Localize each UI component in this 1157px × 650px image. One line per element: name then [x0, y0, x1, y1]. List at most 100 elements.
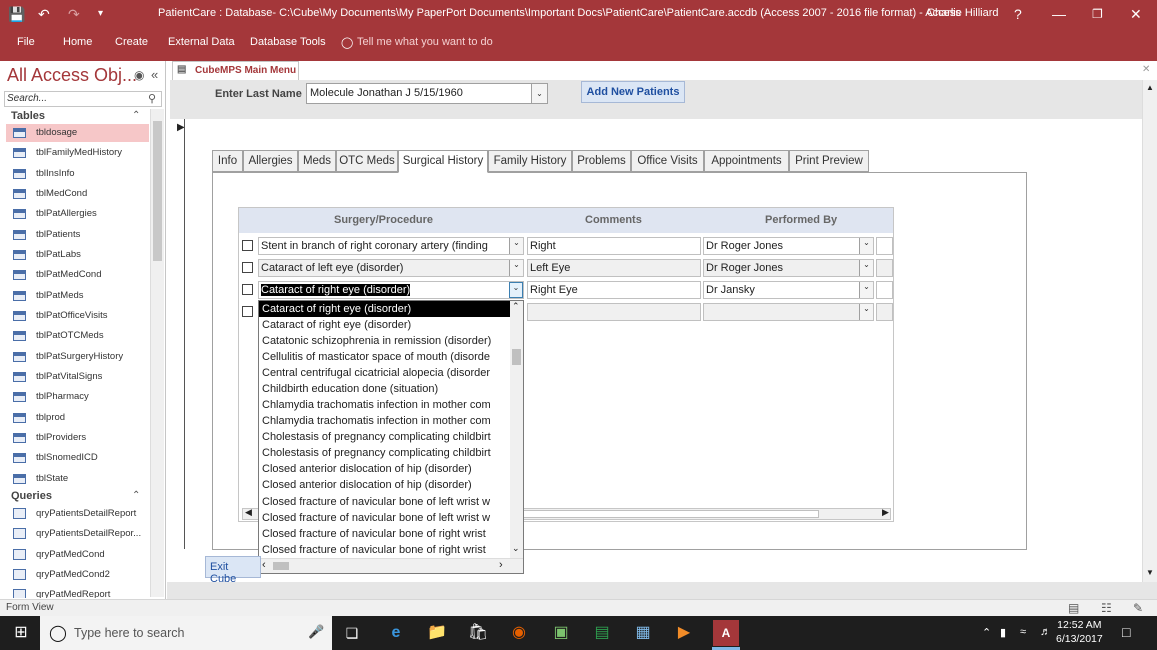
dropdown-option[interactable]: Childbirth education done (situation) [262, 381, 510, 397]
procedure-combo[interactable]: Cataract of left eye (disorder) ⌄ [258, 259, 524, 277]
dropdown-option[interactable]: Cholestasis of pregnancy complicating ch… [262, 429, 510, 445]
chevron-up-icon[interactable]: ⌃ [512, 301, 520, 312]
chevron-down-icon[interactable]: ⌄ [859, 282, 873, 298]
notifications-icon[interactable]: □ [1122, 624, 1130, 640]
performed-by-combo[interactable]: Dr Roger Jones ⌄ [703, 259, 874, 277]
collapse-queries-icon[interactable]: ⌃ [132, 490, 140, 501]
dropdown-option[interactable]: Cellulitis of masticator space of mouth … [262, 349, 510, 365]
tab-info[interactable]: Info [212, 150, 243, 172]
nav-table-item[interactable]: tblprod [6, 409, 149, 427]
nav-scrollbar[interactable] [150, 109, 164, 597]
tables-group-header[interactable]: Tables [11, 110, 45, 122]
procedure-combo[interactable]: Stent in branch of right coronary artery… [258, 237, 524, 255]
restore-icon[interactable]: ❐ [1092, 4, 1103, 24]
file-explorer-icon[interactable]: 📁 [424, 620, 450, 646]
nav-table-item[interactable]: tblPatLabs [6, 246, 149, 264]
form-vertical-scrollbar[interactable]: ▲ ▼ [1142, 80, 1157, 582]
collapse-tables-icon[interactable]: ⌃ [132, 110, 140, 121]
scroll-thumb[interactable] [523, 510, 819, 518]
chevron-down-icon[interactable]: ⌄ [531, 84, 547, 103]
app-icon[interactable]: ▣ [548, 620, 574, 646]
edge-icon[interactable]: e [383, 620, 409, 646]
shutter-bar-icon[interactable]: « [151, 67, 158, 82]
nav-table-item[interactable]: tblFamilyMedHistory [6, 144, 149, 162]
extra-field[interactable] [876, 259, 893, 277]
comment-field[interactable]: Left Eye [527, 259, 701, 277]
chevron-down-icon[interactable]: ⌄ [509, 238, 523, 254]
access-app-icon[interactable]: A [713, 620, 739, 646]
nav-table-item[interactable]: tblProviders [6, 429, 149, 447]
nav-table-item[interactable]: tblPatients [6, 226, 149, 244]
dropdown-option[interactable]: Chlamydia trachomatis infection in mothe… [262, 413, 510, 429]
scroll-right-icon[interactable]: ▶ [882, 507, 889, 518]
tab-meds[interactable]: Meds [298, 150, 336, 172]
tab-office-visits[interactable]: Office Visits [631, 150, 704, 172]
nav-table-item[interactable]: tblState [6, 470, 149, 488]
tab-family-history[interactable]: Family History [488, 150, 572, 172]
extra-field[interactable] [876, 237, 893, 255]
nav-scroll-thumb[interactable] [153, 121, 162, 261]
queries-group-header[interactable]: Queries [11, 490, 52, 502]
comment-field[interactable] [527, 303, 701, 321]
nav-pane-title[interactable]: All Access Obj... [7, 65, 137, 86]
chevron-down-icon[interactable]: ⌄ [509, 260, 523, 276]
dropdown-option[interactable]: Cataract of right eye (disorder) [262, 317, 510, 333]
close-icon[interactable]: ✕ [1130, 4, 1142, 24]
nav-table-item[interactable]: tblPatMedCond [6, 266, 149, 284]
nav-table-item[interactable]: tblMedCond [6, 185, 149, 203]
add-new-patients-button[interactable]: Add New Patients [581, 81, 685, 103]
tab-appointments[interactable]: Appointments [704, 150, 789, 172]
nav-query-item[interactable]: qryPatientsDetailRepor... [6, 525, 149, 543]
dropdown-option[interactable]: Cholestasis of pregnancy complicating ch… [262, 445, 510, 461]
wifi-icon[interactable]: ≈ [1020, 626, 1026, 638]
help-icon[interactable]: ? [1014, 4, 1022, 24]
last-name-combo[interactable]: Molecule Jonathan J 5/15/1960 ⌄ [306, 83, 548, 104]
nav-table-item[interactable]: tblSnomedICD [6, 449, 149, 467]
chevron-down-icon[interactable]: ⌄ [509, 282, 523, 298]
nav-query-item[interactable]: qryPatMedCond2 [6, 566, 149, 584]
user-name[interactable]: Charlie Hilliard [927, 7, 999, 19]
scroll-down-icon[interactable]: ▼ [1146, 568, 1154, 577]
chevron-up-icon[interactable]: ⌃ [982, 626, 991, 639]
windows-start-icon[interactable]: ⊞ [8, 620, 34, 646]
nav-query-item[interactable]: qryPatMedReport [6, 586, 149, 598]
nav-table-item[interactable]: tblPatVitalSigns [6, 368, 149, 386]
comment-field[interactable]: Right Eye [527, 281, 701, 299]
photos-icon[interactable]: ▦ [630, 620, 656, 646]
nav-table-item[interactable]: tblPatSurgeryHistory [6, 348, 149, 366]
taskbar-search-input[interactable]: ◯ Type here to search 🎤 [40, 616, 332, 650]
extra-field[interactable] [876, 281, 893, 299]
battery-icon[interactable]: ▮ [1000, 626, 1006, 639]
nav-menu-icon[interactable]: ◉ [134, 68, 144, 82]
dropdown-option[interactable]: Closed fracture of navicular bone of lef… [262, 494, 510, 510]
chevron-down-icon[interactable]: ⌄ [859, 304, 873, 320]
tab-print-preview[interactable]: Print Preview [789, 150, 869, 172]
customize-toolbar-icon[interactable]: ▾ [98, 4, 103, 24]
extra-field[interactable] [876, 303, 893, 321]
tab-problems[interactable]: Problems [572, 150, 631, 172]
dropdown-option[interactable]: Catatonic schizophrenia in remission (di… [262, 333, 510, 349]
row-checkbox[interactable] [242, 240, 253, 251]
tab-otc-meds[interactable]: OTC Meds [336, 150, 398, 172]
dropdown-option[interactable]: Chlamydia trachomatis infection in mothe… [262, 397, 510, 413]
nav-table-item[interactable]: tbldosage [6, 124, 149, 142]
dropdown-hscroll-thumb[interactable] [273, 562, 289, 570]
dropdown-option[interactable]: Closed anterior dislocation of hip (diso… [262, 461, 510, 477]
nav-table-item[interactable]: tblPatAllergies [6, 205, 149, 223]
nav-search-input[interactable]: Search... [4, 91, 162, 107]
firefox-icon[interactable]: ◉ [506, 620, 532, 646]
chevron-down-icon[interactable]: ⌄ [859, 260, 873, 276]
design-view-icon[interactable]: ✎ [1133, 601, 1143, 615]
microphone-icon[interactable]: 🎤 [308, 624, 324, 640]
form-view-icon[interactable]: ▤ [1068, 601, 1079, 615]
task-view-icon[interactable]: ❏ [339, 620, 365, 646]
nav-table-item[interactable]: tblPatOTCMeds [6, 327, 149, 345]
tab-allergies[interactable]: Allergies [243, 150, 298, 172]
row-checkbox[interactable] [242, 262, 253, 273]
close-document-icon[interactable]: ✕ [1142, 64, 1150, 75]
document-tab[interactable]: ▤ CubeMPS Main Menu [172, 61, 299, 80]
comment-field[interactable]: Right [527, 237, 701, 255]
ribbon-home[interactable]: Home [63, 36, 92, 48]
nav-table-item[interactable]: tblPatOfficeVisits [6, 307, 149, 325]
save-icon[interactable]: 💾 [8, 4, 25, 24]
